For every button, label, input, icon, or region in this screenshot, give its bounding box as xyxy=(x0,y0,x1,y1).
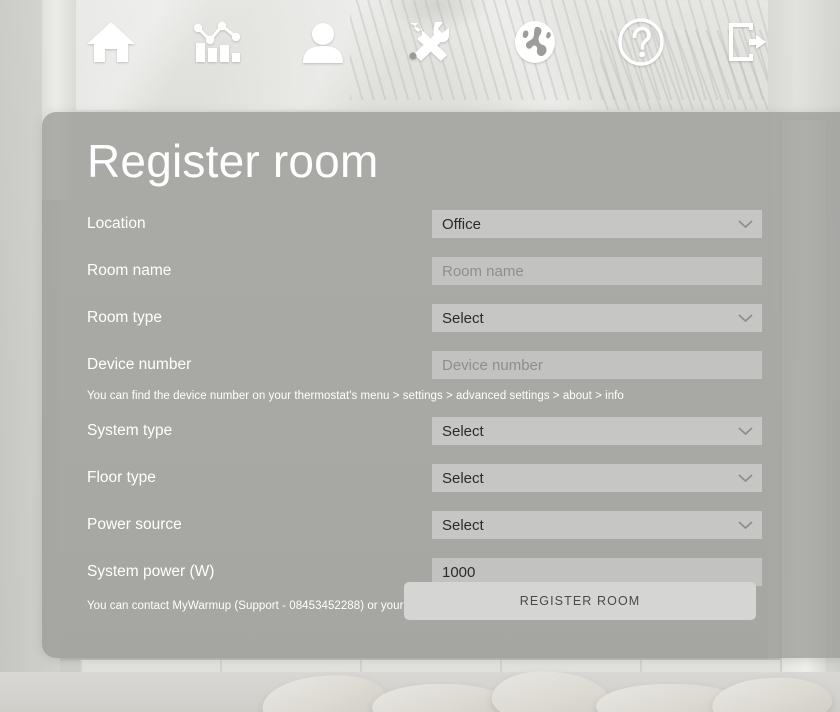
nav-item-logout[interactable] xyxy=(694,5,800,79)
label-room-name: Room name xyxy=(87,262,172,279)
form-row-floor-type: Floor type Select xyxy=(87,459,802,497)
form-row-room-type: Room type Select xyxy=(87,299,802,337)
register-room-card: Register room Location Office Room name xyxy=(42,112,840,658)
label-location: Location xyxy=(87,215,146,232)
nav-item-account[interactable] xyxy=(270,5,376,79)
input-device-number[interactable]: Device number xyxy=(432,351,762,379)
top-navigation xyxy=(0,0,840,84)
form-row-location: Location Office xyxy=(87,205,802,243)
form-row-power-source: Power source Select xyxy=(87,506,802,544)
user-icon xyxy=(300,19,346,65)
nav-item-help[interactable] xyxy=(588,5,694,79)
register-room-button[interactable]: REGISTER ROOM xyxy=(404,582,756,620)
select-location-value: Office xyxy=(442,215,481,233)
select-power-source[interactable]: Select xyxy=(432,511,762,539)
select-floor-type-value: Select xyxy=(442,469,484,487)
input-room-name[interactable]: Room name xyxy=(432,257,762,285)
label-room-type: Room type xyxy=(87,309,162,326)
form-row-system-type: System type Select xyxy=(87,412,802,450)
tools-icon xyxy=(405,19,453,65)
home-icon xyxy=(85,19,137,65)
nav-item-settings[interactable] xyxy=(376,5,482,79)
input-device-number-placeholder: Device number xyxy=(442,356,543,374)
nav-item-statistics[interactable] xyxy=(164,5,270,79)
label-device-number: Device number xyxy=(87,356,192,373)
globe-icon xyxy=(512,19,558,65)
chevron-down-icon xyxy=(738,521,753,530)
select-room-type-value: Select xyxy=(442,309,484,327)
register-room-form: Location Office Room name Room name Room… xyxy=(87,205,802,622)
input-room-name-placeholder: Room name xyxy=(442,262,524,280)
form-actions: REGISTER ROOM xyxy=(404,582,756,620)
label-system-power: System power (W) xyxy=(87,563,215,580)
question-circle-icon xyxy=(617,18,665,66)
chevron-down-icon xyxy=(738,220,753,229)
form-row-room-name: Room name Room name xyxy=(87,252,802,290)
nav-item-home[interactable] xyxy=(58,5,164,79)
select-system-type-value: Select xyxy=(442,422,484,440)
label-system-type: System type xyxy=(87,422,173,439)
select-system-type[interactable]: Select xyxy=(432,417,762,445)
select-room-type[interactable]: Select xyxy=(432,304,762,332)
hint-device-number: You can find the device number on your t… xyxy=(87,390,624,402)
page-title: Register room xyxy=(87,135,379,187)
select-floor-type[interactable]: Select xyxy=(432,464,762,492)
chevron-down-icon xyxy=(738,474,753,483)
bar-chart-line-icon xyxy=(192,19,242,65)
chevron-down-icon xyxy=(738,427,753,436)
form-row-device-number: Device number Device number xyxy=(87,346,802,384)
select-power-source-value: Select xyxy=(442,516,484,534)
app-root: Register room Location Office Room name xyxy=(0,0,840,712)
chevron-down-icon xyxy=(738,314,753,323)
label-power-source: Power source xyxy=(87,516,182,533)
logout-icon xyxy=(723,18,771,66)
select-location[interactable]: Office xyxy=(432,210,762,238)
nav-item-region[interactable] xyxy=(482,5,588,79)
input-system-power-value: 1000 xyxy=(442,563,476,581)
label-floor-type: Floor type xyxy=(87,469,156,486)
